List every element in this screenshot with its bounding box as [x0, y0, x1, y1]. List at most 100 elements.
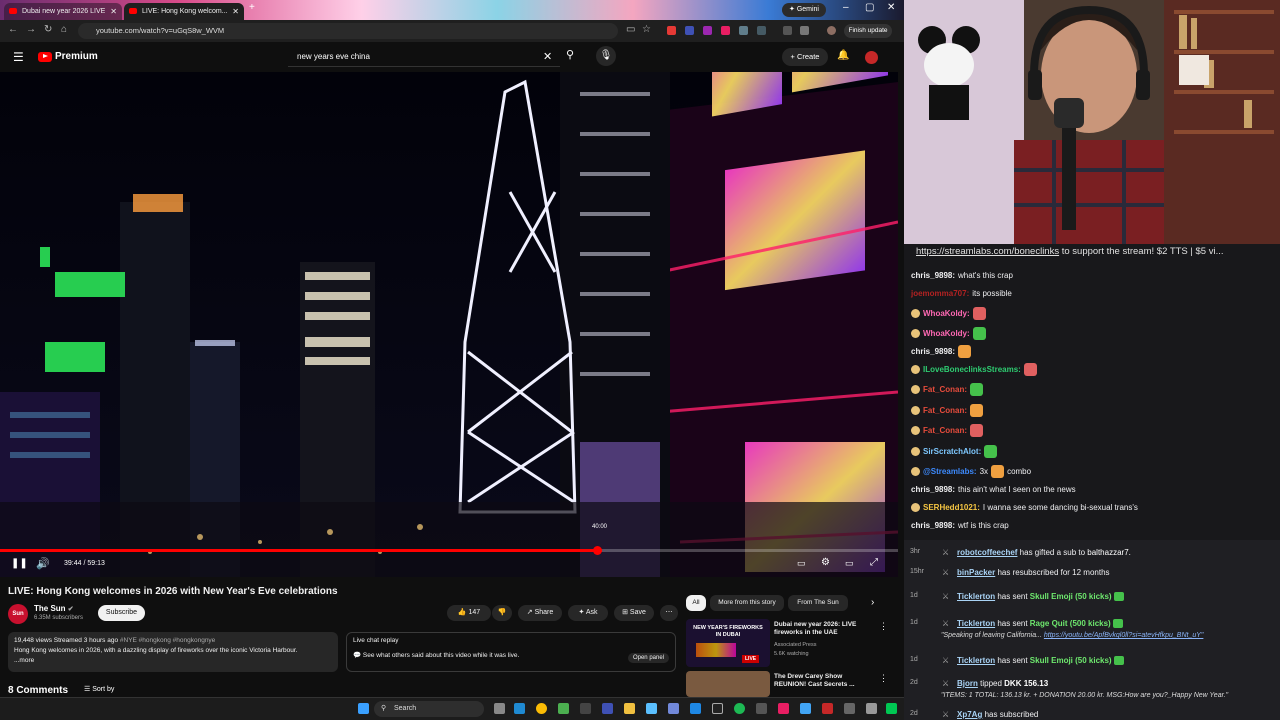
video-progress-bar[interactable] — [0, 546, 898, 555]
app-icon[interactable] — [886, 703, 897, 714]
app-icon[interactable] — [778, 703, 789, 714]
extension-icon[interactable] — [739, 26, 748, 35]
create-button[interactable]: + Create — [782, 48, 828, 66]
gemini-button[interactable]: ✦ Gemini — [782, 3, 826, 17]
close-window-icon[interactable]: ✕ — [887, 2, 895, 13]
related-more-icon[interactable]: ⋮ — [879, 673, 888, 684]
settings-gear-icon[interactable]: ⚙ — [821, 557, 830, 568]
extension-icon[interactable] — [667, 26, 676, 35]
reload-icon[interactable]: ↻ — [44, 24, 52, 35]
app-icon[interactable] — [558, 703, 569, 714]
subtitles-icon[interactable]: ▭ — [797, 558, 806, 569]
chat-username[interactable]: SirScratchAlot: — [923, 447, 981, 456]
chips-next-icon[interactable]: › — [871, 597, 874, 608]
description-box[interactable]: 19,448 views Streamed 3 hours ago #NYE #… — [8, 632, 338, 672]
profile-avatar-icon[interactable] — [827, 26, 836, 35]
finish-update-button[interactable]: Finish update — [844, 24, 892, 38]
youtube-logo[interactable]: Premium — [38, 51, 98, 62]
sort-by-button[interactable]: ☰ Sort by — [84, 685, 114, 693]
app-icon[interactable] — [690, 703, 701, 714]
app-icon[interactable] — [756, 703, 767, 714]
notifications-bell-icon[interactable]: 🔔 — [837, 50, 849, 61]
menu-icon[interactable]: ☰ — [13, 50, 24, 64]
scrubber-handle[interactable] — [593, 546, 602, 555]
related-title[interactable]: The Drew Carey Show REUNION! Cast Secret… — [774, 673, 874, 689]
chip-more-from-story[interactable]: More from this story — [710, 595, 784, 611]
related-thumbnail[interactable]: NEW YEAR'S FIREWORKS IN DUBAI LIVE — [686, 619, 770, 667]
app-icon[interactable] — [800, 703, 811, 714]
chat-username[interactable]: Fat_Conan: — [923, 406, 967, 415]
subscribe-button[interactable]: Subscribe — [98, 605, 145, 621]
related-more-icon[interactable]: ⋮ — [879, 621, 888, 632]
app-icon[interactable] — [602, 703, 613, 714]
extension-icon[interactable] — [685, 26, 694, 35]
voice-search-icon[interactable]: 🎙 — [596, 46, 616, 66]
taskbar-search[interactable]: ⚲ Search — [374, 701, 484, 717]
description-more-link[interactable]: ...more — [14, 656, 332, 666]
share-button[interactable]: ↗ Share — [518, 605, 562, 621]
open-panel-button[interactable]: Open panel — [627, 653, 669, 663]
chip-all[interactable]: All — [686, 595, 706, 611]
volume-icon[interactable]: 🔊 — [36, 557, 50, 570]
related-thumbnail[interactable] — [686, 671, 770, 697]
related-title[interactable]: Dubai new year 2026: LIVE fireworks in t… — [774, 621, 874, 637]
feed-message-link[interactable]: https://youtu.be/ApfBvkql0ll?si=atevHfkp… — [1044, 632, 1204, 639]
dislike-button[interactable]: 👎 — [492, 605, 512, 621]
feed-username[interactable]: Ticklerton — [957, 592, 995, 601]
search-icon[interactable]: ⚲ — [566, 48, 574, 61]
screen-cast-icon[interactable]: ▭ — [626, 24, 635, 35]
chip-from-the-sun[interactable]: From The Sun — [788, 595, 848, 611]
chat-username[interactable]: chris_9898: — [911, 271, 955, 280]
extension-icon[interactable] — [703, 26, 712, 35]
more-actions-icon[interactable]: ⋯ — [660, 605, 678, 621]
fullscreen-icon[interactable]: ⤢ — [870, 557, 878, 568]
tts-link[interactable]: https://streamlabs.com/boneclinks — [916, 246, 1059, 257]
obs-icon[interactable] — [712, 703, 723, 714]
app-icon[interactable] — [844, 703, 855, 714]
account-avatar[interactable] — [865, 51, 878, 64]
app-icon[interactable] — [822, 703, 833, 714]
browser-tab-dubai[interactable]: Dubai new year 2026 LIVE ✕ — [4, 3, 122, 20]
chat-username[interactable]: WhoaKoldy: — [923, 309, 970, 318]
channel-avatar[interactable]: Sun — [8, 604, 28, 624]
feed-username[interactable]: Ticklerton — [957, 656, 995, 665]
task-view-icon[interactable] — [494, 703, 505, 714]
app-icon[interactable] — [580, 703, 591, 714]
download-icon[interactable] — [800, 26, 809, 35]
feed-username[interactable]: Xp7Ag — [957, 710, 982, 719]
chat-username[interactable]: WhoaKoldy: — [923, 329, 970, 338]
chrome-icon[interactable] — [536, 703, 547, 714]
app-icon[interactable] — [866, 703, 877, 714]
search-input[interactable]: new years eve china — [288, 47, 560, 67]
home-icon[interactable]: ⌂ — [61, 24, 67, 35]
close-tab-icon[interactable]: ✕ — [232, 3, 239, 20]
url-field[interactable]: youtube.com/watch?v=uGqS8w_WVM — [78, 23, 618, 39]
spotify-icon[interactable] — [734, 703, 745, 714]
chat-username[interactable]: chris_9898: — [911, 521, 955, 530]
browser-tab-hongkong[interactable]: LIVE: Hong Kong welcom... ✕ — [124, 3, 244, 20]
feed-username[interactable]: robotcoffeechef — [957, 548, 1017, 557]
chat-username[interactable]: chris_9898: — [911, 485, 955, 494]
edge-icon[interactable] — [514, 703, 525, 714]
close-tab-icon[interactable]: ✕ — [110, 3, 117, 20]
bookmark-star-icon[interactable]: ☆ — [642, 24, 651, 35]
feed-username[interactable]: Ticklerton — [957, 619, 995, 628]
clear-search-icon[interactable]: ✕ — [543, 50, 552, 63]
ask-button[interactable]: ✦ Ask — [568, 605, 608, 621]
back-icon[interactable]: ← — [8, 24, 18, 35]
chat-username[interactable]: ILoveBoneclinksStreams: — [923, 365, 1021, 374]
channel-name[interactable]: The Sun ✔ — [34, 604, 74, 613]
save-button[interactable]: ⊞ Save — [614, 605, 654, 621]
theater-mode-icon[interactable]: ▭ — [845, 558, 854, 569]
feed-username[interactable]: binPacker — [957, 568, 995, 577]
chat-username[interactable]: Fat_Conan: — [923, 385, 967, 394]
minimize-icon[interactable]: – — [843, 2, 849, 13]
maximize-icon[interactable]: ▢ — [865, 2, 874, 13]
extensions-puzzle-icon[interactable] — [757, 26, 766, 35]
file-explorer-icon[interactable] — [624, 703, 635, 714]
chat-username[interactable]: @Streamlabs: — [923, 467, 977, 476]
like-button[interactable]: 👍 147 — [447, 605, 491, 621]
start-menu-icon[interactable] — [358, 703, 369, 714]
sidebar-icon[interactable] — [783, 26, 792, 35]
pause-icon[interactable]: ❚❚ — [11, 558, 28, 569]
